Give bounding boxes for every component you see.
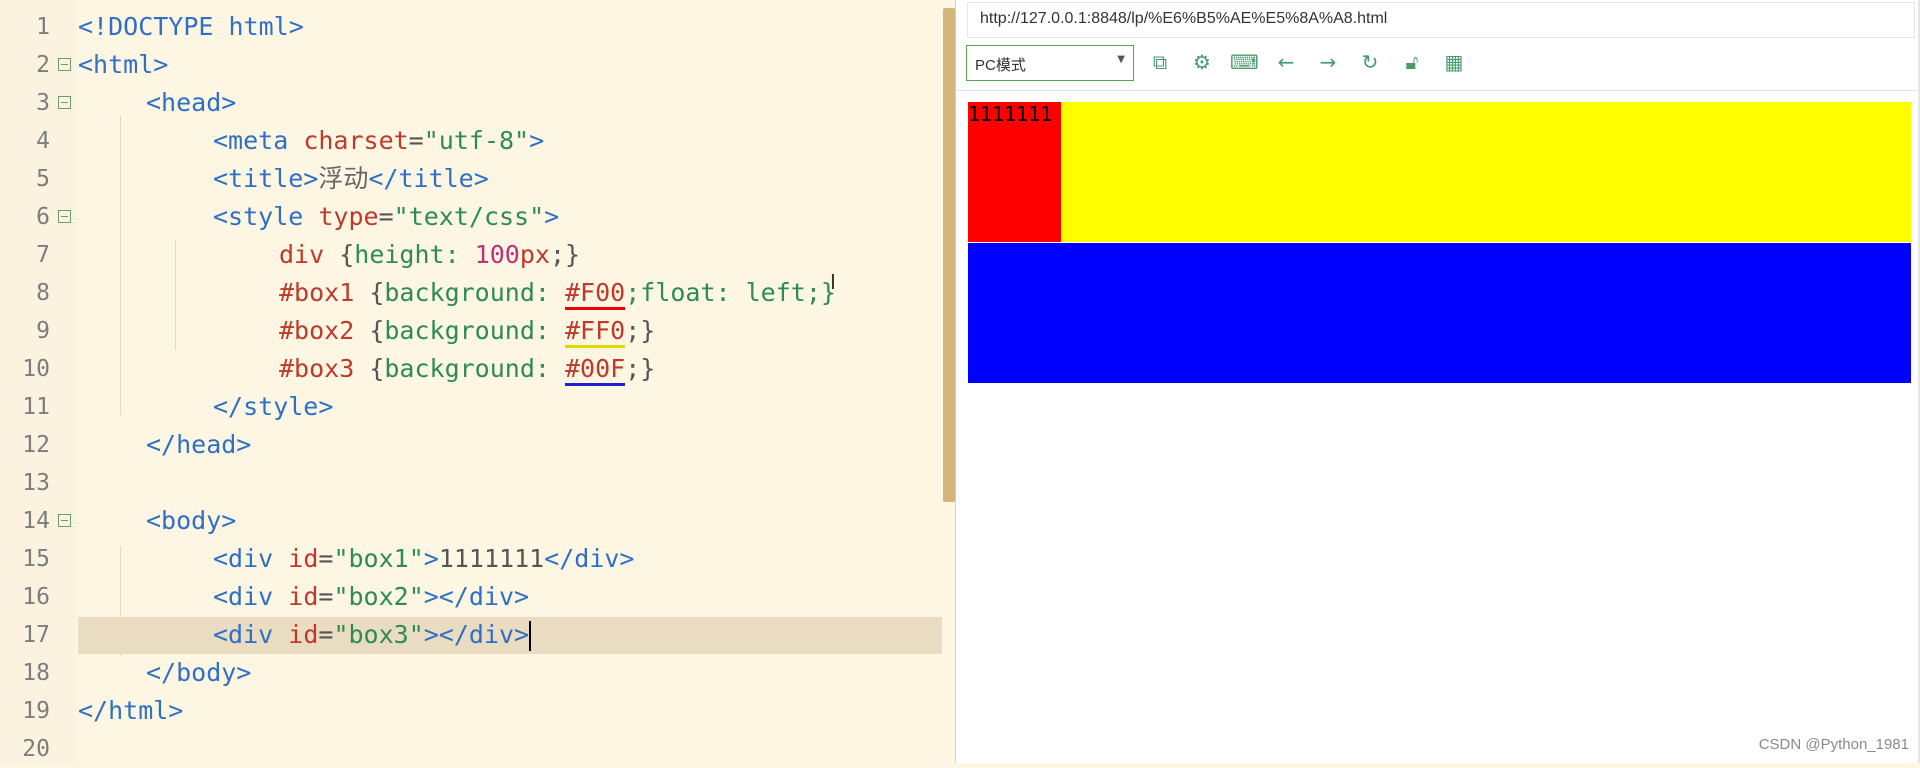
box1-red: 1111111 <box>968 102 1061 242</box>
code-line[interactable]: 2 <html> <box>0 46 955 84</box>
settings-icon[interactable]: ⚙ <box>1188 48 1216 76</box>
device-mode-label: PC模式 <box>975 57 1026 74</box>
code-text: #box3 {background: #00F;} <box>279 350 655 388</box>
code-text: <div id="box1">1111111</div> <box>213 544 635 573</box>
code-line[interactable]: 19 </html> <box>0 692 955 730</box>
toolbar-divider <box>956 90 1920 91</box>
code-editor[interactable]: 1 <!DOCTYPE html> 2 <html> 3 <head> 4 <m… <box>0 0 955 763</box>
url-text: http://127.0.0.1:8848/lp/%E6%B5%AE%E5%8A… <box>980 10 1388 27</box>
code-line[interactable]: 9 #box2 {background: #FF0;} <box>0 312 955 350</box>
code-text: <title>浮动</title> <box>213 164 489 193</box>
line-number: 7 <box>36 242 50 268</box>
code-text: <body> <box>146 506 237 535</box>
code-line[interactable]: 3 <head> <box>0 84 955 122</box>
line-number: 2 <box>36 52 50 78</box>
dropdown-arrow-icon: ▼ <box>1117 54 1125 65</box>
watermark: CSDN @Python_1981 <box>1758 736 1909 753</box>
code-text: <div id="box3"></div> <box>213 620 532 651</box>
code-line[interactable]: 8 #box1 {background: #F00;float: left;} <box>0 274 955 312</box>
text-cursor-icon: I <box>830 270 836 294</box>
line-number: 16 <box>22 584 50 610</box>
code-text: </style> <box>213 392 334 421</box>
url-bar[interactable]: http://127.0.0.1:8848/lp/%E6%B5%AE%E5%8A… <box>967 2 1915 38</box>
line-number: 12 <box>22 432 50 458</box>
code-text: #box1 {background: #F00;float: left;} <box>279 274 836 312</box>
code-text: </html> <box>78 696 184 725</box>
fold-toggle-icon[interactable] <box>58 58 71 71</box>
code-text: #box2 {background: #FF0;} <box>279 312 655 350</box>
forward-arrow-icon[interactable]: → <box>1314 48 1342 76</box>
box2-yellow <box>968 102 1911 242</box>
code-line[interactable]: 18 </body> <box>0 654 955 692</box>
line-number: 1 <box>36 14 50 40</box>
fold-toggle-icon[interactable] <box>58 210 71 223</box>
code-line[interactable]: 15 <div id="box1">1111111</div> <box>0 540 955 578</box>
code-line[interactable]: 5 <title>浮动</title> <box>0 160 955 198</box>
code-text: <meta charset="utf-8"> <box>213 126 545 155</box>
code-line-current[interactable]: 17 <div id="box3"></div> <box>0 616 955 654</box>
code-text: div {height: 100px;} <box>279 240 581 269</box>
code-line[interactable]: 14 <body> <box>0 502 955 540</box>
code-text: </head> <box>146 430 252 459</box>
line-number: 6 <box>36 204 50 230</box>
rendered-page: 1111111 <box>968 102 1911 383</box>
refresh-icon[interactable]: ↻ <box>1356 48 1384 76</box>
qrcode-icon[interactable]: ▦ <box>1440 48 1468 76</box>
fold-toggle-icon[interactable] <box>58 514 71 527</box>
line-number: 3 <box>36 90 50 116</box>
code-text: <div id="box2"></div> <box>213 582 530 611</box>
code-line[interactable]: 16 <div id="box2"></div> <box>0 578 955 616</box>
line-number: 15 <box>22 546 50 572</box>
line-number: 13 <box>22 470 50 496</box>
code-line[interactable]: 4 <meta charset="utf-8"> <box>0 122 955 160</box>
code-text: <head> <box>146 88 237 117</box>
code-line[interactable]: 10 #box3 {background: #00F;} <box>0 350 955 388</box>
lock-icon[interactable]: 🔓︎ <box>1398 48 1426 76</box>
code-line[interactable]: 20 <box>0 730 955 768</box>
screenshot-icon[interactable]: ⧉ <box>1146 48 1174 76</box>
terminal-icon[interactable]: ⌨ <box>1230 48 1259 76</box>
back-arrow-icon[interactable]: ← <box>1272 48 1300 76</box>
code-line[interactable]: 11 </style> <box>0 388 955 426</box>
code-line[interactable]: 7 div {height: 100px;} <box>0 236 955 274</box>
code-line[interactable]: 6 <style type="text/css"> <box>0 198 955 236</box>
code-text: </body> <box>146 658 252 687</box>
line-number: 9 <box>36 318 50 344</box>
code-line[interactable]: 1 <!DOCTYPE html> <box>0 8 955 46</box>
line-number: 18 <box>22 660 50 686</box>
code-line[interactable]: 13 <box>0 464 955 502</box>
code-text: <style type="text/css"> <box>213 202 560 231</box>
code-text: <html> <box>78 50 169 79</box>
line-number: 8 <box>36 280 50 306</box>
fold-toggle-icon[interactable] <box>58 96 71 109</box>
line-number: 17 <box>22 622 50 648</box>
line-number: 20 <box>22 736 50 762</box>
line-number: 4 <box>36 128 50 154</box>
code-line[interactable]: 12 </head> <box>0 426 955 464</box>
line-number: 5 <box>36 166 50 192</box>
line-number: 11 <box>22 394 50 420</box>
code-text: <!DOCTYPE html> <box>78 12 304 41</box>
line-number: 19 <box>22 698 50 724</box>
line-number: 10 <box>22 356 50 382</box>
line-number: 14 <box>22 508 50 534</box>
device-mode-select[interactable]: PC模式 ▼ <box>966 45 1134 81</box>
text-caret <box>529 621 532 651</box>
browser-preview[interactable]: http://127.0.0.1:8848/lp/%E6%B5%AE%E5%8A… <box>955 0 1920 763</box>
box3-blue <box>968 243 1911 383</box>
